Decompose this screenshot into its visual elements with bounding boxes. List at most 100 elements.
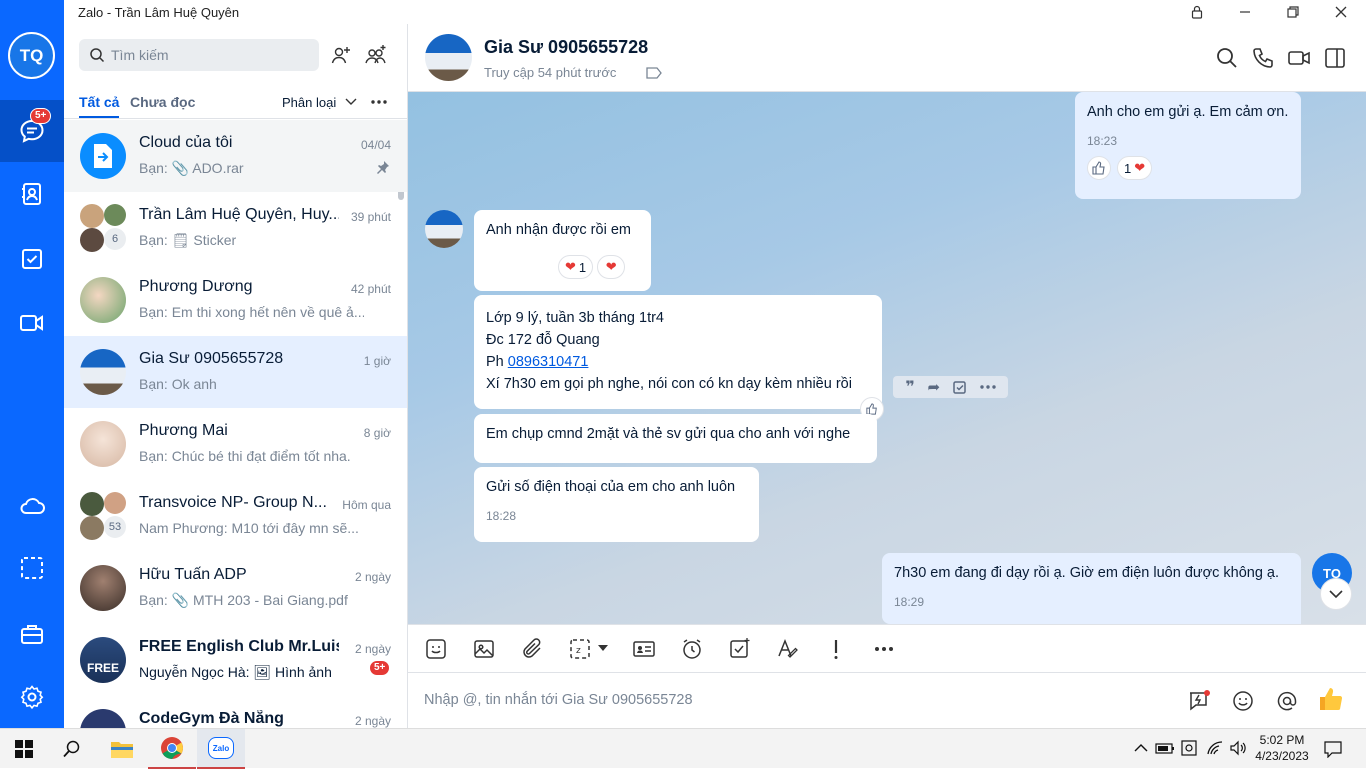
tag-icon[interactable] xyxy=(646,67,662,79)
lock-icon[interactable] xyxy=(1174,0,1220,24)
message-time: 18:29 xyxy=(894,595,925,609)
clock[interactable]: 5:02 PM 4/23/2023 xyxy=(1252,732,1312,764)
nav-todo-button[interactable] xyxy=(0,228,64,290)
add-friend-button[interactable] xyxy=(330,44,352,66)
attachment-icon[interactable] xyxy=(520,637,544,661)
more-icon[interactable] xyxy=(979,385,996,389)
search-placeholder: Tìm kiếm xyxy=(111,47,169,63)
nav-messages-button[interactable]: 5+ xyxy=(0,100,64,162)
nav-video-button[interactable] xyxy=(0,292,64,354)
reaction-summary[interactable]: 1 ❤ xyxy=(1117,156,1153,180)
message-line: Ph xyxy=(486,354,508,370)
chat-status: Truy cập 54 phút trước xyxy=(484,65,617,80)
sticker-icon[interactable] xyxy=(424,637,448,661)
search-icon xyxy=(63,740,80,758)
reaction-summary[interactable]: ❤ 1 xyxy=(558,255,594,279)
message-bubble[interactable]: 7h30 em đang đi dạy rồi ạ. Giờ em điện l… xyxy=(882,553,1301,624)
more-icon[interactable] xyxy=(872,637,896,661)
battery-icon[interactable] xyxy=(1155,741,1175,755)
nav-toolbox-button[interactable] xyxy=(0,603,64,665)
quote-icon[interactable]: ❞ xyxy=(905,377,914,397)
scroll-to-bottom-button[interactable] xyxy=(1320,578,1352,610)
close-button[interactable] xyxy=(1318,0,1364,24)
vpn-icon[interactable] xyxy=(1181,740,1197,756)
conversation-time: 2 ngày xyxy=(354,642,391,656)
list-item[interactable]: Phương Mai 8 giờ Bạn: Chúc bé thi đạt đi… xyxy=(64,408,407,480)
member-count: 53 xyxy=(104,516,126,538)
cloud-icon xyxy=(20,498,45,514)
message-time: 18:23 xyxy=(1087,134,1118,148)
thumbs-up-send-icon[interactable] xyxy=(1318,686,1344,712)
start-button[interactable] xyxy=(0,729,48,769)
search-icon[interactable] xyxy=(1215,46,1239,70)
text-format-icon[interactable] xyxy=(776,637,800,661)
message-bubble[interactable]: Em chụp cmnd 2mặt và thẻ sv gửi qua cho … xyxy=(474,414,877,463)
list-item[interactable]: Gia Sư 0905655728 1 giờ Bạn: Ok anh xyxy=(64,336,407,408)
classify-dropdown[interactable]: Phân loại xyxy=(282,95,336,110)
search-icon xyxy=(90,48,105,63)
list-item[interactable]: 6 Trần Lâm Huệ Quyên, Huy... 39 phút Bạn… xyxy=(64,192,407,264)
speaker-icon[interactable] xyxy=(1229,740,1247,756)
chevron-down-icon[interactable] xyxy=(345,98,357,106)
minimize-button[interactable] xyxy=(1222,0,1268,24)
quick-message-icon[interactable] xyxy=(1187,689,1211,713)
list-item[interactable]: FREE FREE English Club Mr.Luis... 2 ngày… xyxy=(64,624,407,696)
chrome-button[interactable] xyxy=(148,729,196,769)
message-actions: ❞ ➦ xyxy=(893,376,1008,398)
tab-unread[interactable]: Chưa đọc xyxy=(130,94,195,110)
forward-icon[interactable]: ➦ xyxy=(928,378,941,396)
screenshot-icon[interactable]: z xyxy=(568,637,592,661)
briefcase-icon xyxy=(21,625,43,644)
chevron-up-icon[interactable] xyxy=(1134,743,1148,752)
message-input[interactable]: Nhập @, tin nhắn tới Gia Sư 0905655728 xyxy=(408,672,1366,728)
emoji-icon[interactable] xyxy=(1231,689,1255,713)
image-icon[interactable] xyxy=(472,637,496,661)
message-bubble[interactable]: Anh cho em gửi ạ. Em cảm ơn. 18:23 1 ❤ xyxy=(1075,92,1301,199)
avatar[interactable]: TQ xyxy=(8,32,55,79)
nav-cloud-button[interactable] xyxy=(0,475,64,537)
nav-contacts-button[interactable] xyxy=(0,163,64,225)
heart-reaction-button[interactable]: ❤ xyxy=(597,255,626,279)
message-bubble[interactable]: Gửi số điện thoại của em cho anh luôn 18… xyxy=(474,467,759,542)
list-item[interactable]: 53 Transvoice NP- Group N... Hôm qua Nam… xyxy=(64,480,407,552)
conversation-time: 42 phút xyxy=(350,282,391,296)
task-icon[interactable] xyxy=(728,637,752,661)
todo-icon[interactable] xyxy=(953,380,967,394)
restore-button[interactable] xyxy=(1270,0,1316,24)
nav-screenshot-button[interactable] xyxy=(0,537,64,599)
list-item[interactable]: Cloud của tôi 04/04 Bạn: 📎 ADO.rar xyxy=(64,120,407,192)
list-item[interactable]: Hữu Tuấn ADP 2 ngày Bạn: 📎 MTH 203 - Bai… xyxy=(64,552,407,624)
create-group-button[interactable] xyxy=(364,44,388,66)
wifi-icon[interactable] xyxy=(1206,740,1224,756)
phone-icon[interactable] xyxy=(1251,46,1275,70)
mention-icon[interactable] xyxy=(1275,689,1299,713)
like-reaction-button[interactable] xyxy=(1087,156,1111,180)
pin-icon[interactable] xyxy=(376,160,390,174)
conversation-name: Phương Mai xyxy=(139,422,228,439)
message-text: Em chụp cmnd 2mặt và thẻ sv gửi qua cho … xyxy=(486,426,851,442)
message-bubble[interactable]: Anh nhận được rồi em ❤ 1 ❤ xyxy=(474,210,651,291)
list-item[interactable]: CodeGym Đà Nẵng 2 ngày xyxy=(64,696,407,728)
file-explorer-button[interactable] xyxy=(98,729,146,769)
avatar xyxy=(80,421,126,467)
message-input-placeholder: Nhập @, tin nhắn tới Gia Sư 0905655728 xyxy=(424,692,693,708)
avatar[interactable] xyxy=(425,210,463,248)
avatar[interactable] xyxy=(425,34,472,81)
more-icon[interactable] xyxy=(371,100,387,104)
sidebar-toggle-icon[interactable] xyxy=(1323,46,1347,70)
urgent-icon[interactable] xyxy=(824,637,848,661)
add-group-icon xyxy=(365,45,386,64)
search-button[interactable] xyxy=(48,729,96,769)
video-call-icon[interactable] xyxy=(1287,46,1311,70)
list-item[interactable]: Phương Dương 42 phút Bạn: Em thi xong hế… xyxy=(64,264,407,336)
nav-settings-button[interactable] xyxy=(0,666,64,728)
chevron-down-icon[interactable] xyxy=(598,645,608,652)
alarm-clock-icon[interactable] xyxy=(680,637,704,661)
message-bubble[interactable]: Lớp 9 lý, tuần 3b tháng 1tr4 Đc 172 đỗ Q… xyxy=(474,295,884,421)
phone-link[interactable]: 0896310471 xyxy=(508,354,589,370)
contact-card-icon[interactable] xyxy=(632,637,656,661)
zalo-taskbar-button[interactable]: Zalo xyxy=(197,729,245,769)
notification-icon[interactable] xyxy=(1324,740,1342,758)
search-input[interactable]: Tìm kiếm xyxy=(79,39,319,71)
tab-all[interactable]: Tất cả xyxy=(79,94,120,118)
